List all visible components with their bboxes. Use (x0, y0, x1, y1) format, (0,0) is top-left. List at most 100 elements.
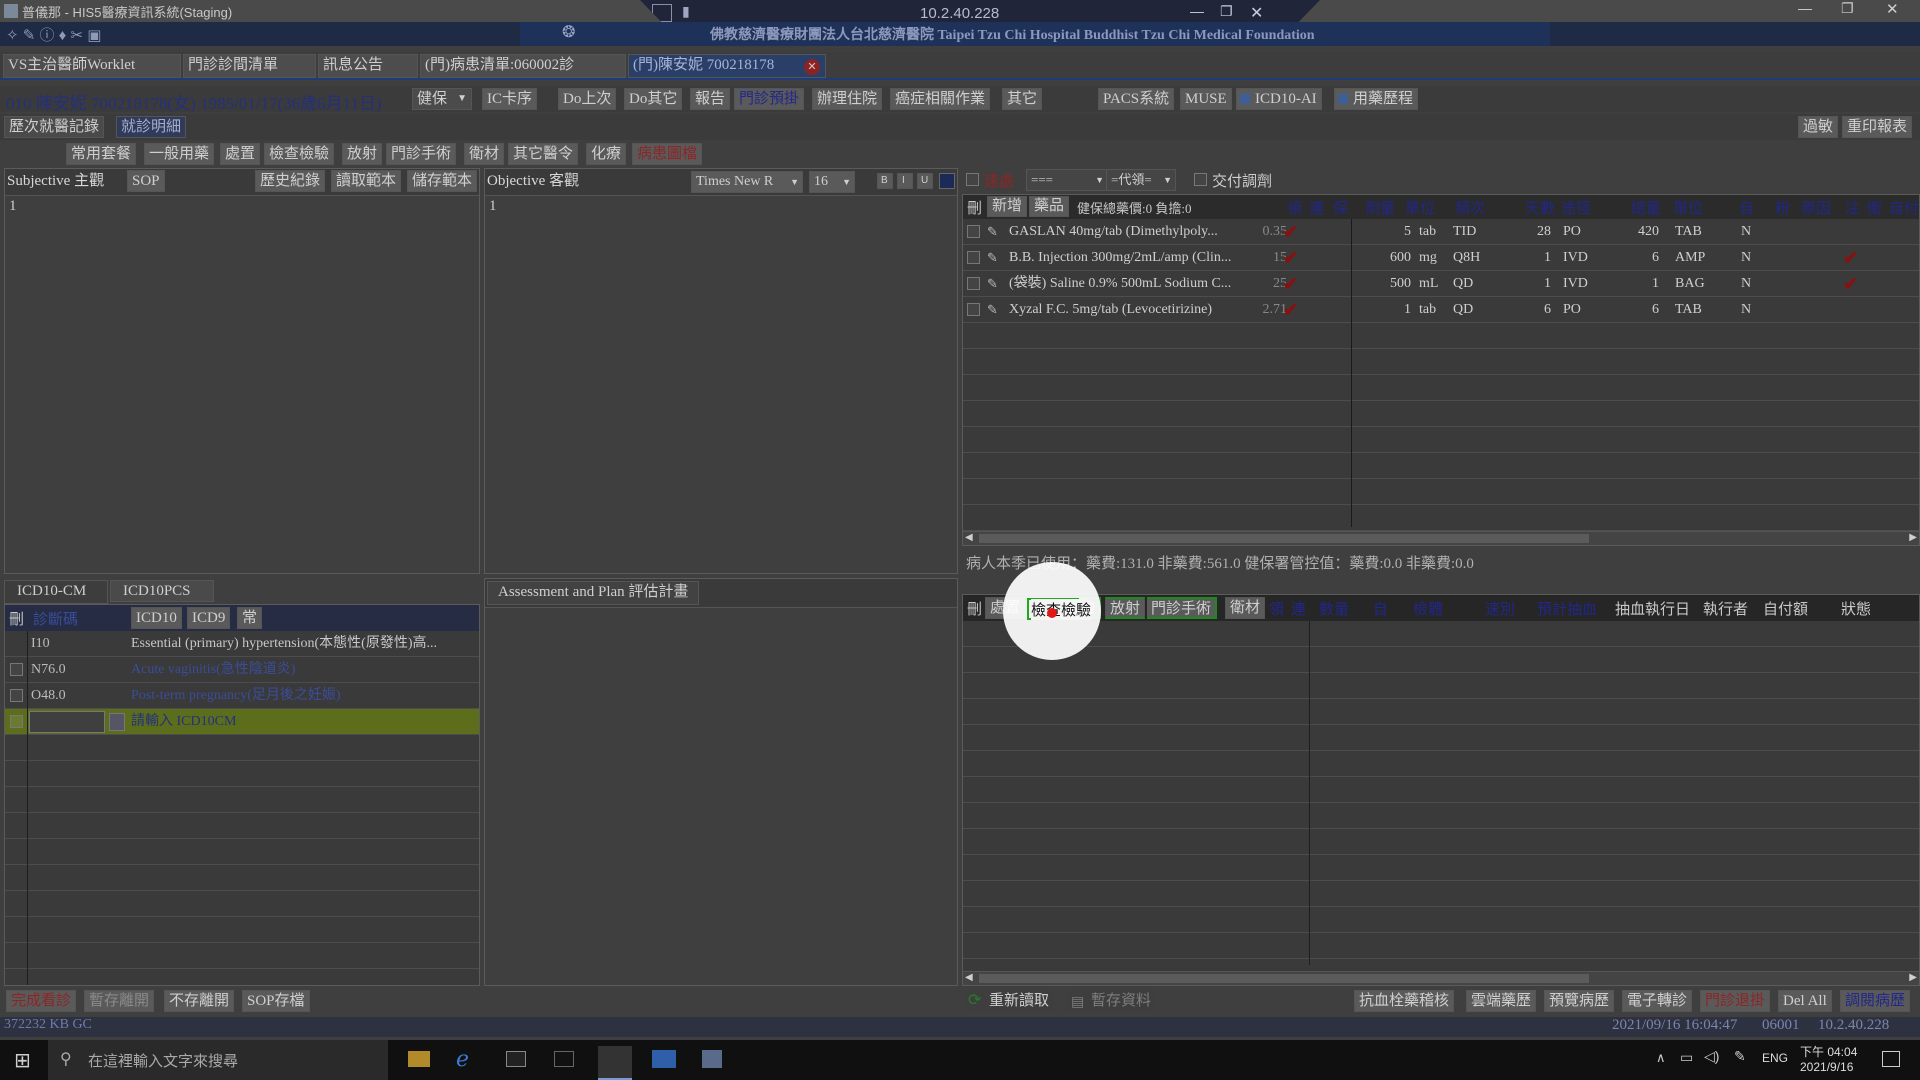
windows-start-icon[interactable]: ⊞ (14, 1048, 31, 1073)
icd-row[interactable]: I10 Essential (primary) hypertension(本態性(… (5, 631, 479, 657)
close-icon[interactable]: ✕ (1886, 0, 1899, 18)
radiology-button[interactable]: 放射 (342, 143, 383, 165)
general-med-button[interactable]: 一般用藥 (144, 143, 215, 165)
finish-visit-button[interactable]: 完成看診 (6, 990, 77, 1012)
color-picker[interactable] (939, 173, 955, 189)
icd9-button[interactable]: ICD9 (187, 607, 231, 629)
font-select[interactable]: Times New R ▼ (691, 171, 803, 193)
lab-table-scrollbar[interactable]: ◀ ▶ (963, 971, 1919, 985)
e-referral-button[interactable]: 電子轉診 (1622, 990, 1693, 1012)
drug-row-checkbox[interactable] (967, 303, 980, 316)
take-check-icon[interactable]: ✔ (1283, 219, 1298, 245)
tab-clinic-list[interactable]: 門診診間清單 (183, 54, 316, 78)
same-place-checkbox[interactable] (966, 173, 979, 186)
filter-combo-2[interactable]: =代領= ▼ (1106, 169, 1176, 191)
tray-chevron-icon[interactable]: ∧ (1656, 1050, 1666, 1066)
edit-pencil-icon[interactable]: ✎ (987, 297, 1005, 323)
reload-button[interactable]: ⟳ 重新讀取 (964, 990, 1055, 1012)
ic-card-button[interactable]: IC卡序 (482, 88, 538, 110)
italic-button[interactable]: I (897, 173, 913, 189)
remote-close-icon[interactable]: ✕ (1250, 3, 1263, 23)
cancer-ops-button[interactable]: 癌症相關作業 (890, 88, 991, 110)
subjective-textarea[interactable]: 1 (5, 195, 479, 573)
tab-patient-list[interactable]: (門)病患清單:060002診 (420, 54, 626, 78)
sop-save-button[interactable]: SOP存檔 (242, 990, 310, 1012)
icd-input-row[interactable]: 請輸入 ICD10CM (5, 709, 479, 735)
deliver-checkbox[interactable] (1194, 173, 1207, 186)
view-record-button[interactable]: 調閱病歷 (1840, 990, 1911, 1012)
icd-code-input[interactable] (29, 711, 105, 733)
bold-button[interactable]: B (877, 173, 893, 189)
save-and-leave-button[interactable]: 暫存離開 (84, 990, 155, 1012)
icd-row-checkbox[interactable] (10, 663, 23, 676)
icd10-button[interactable]: ICD10 (131, 607, 182, 629)
terminal-icon[interactable] (506, 1051, 526, 1067)
icd-row-checkbox[interactable] (10, 689, 23, 702)
edit-pencil-icon[interactable]: ✎ (987, 219, 1005, 245)
scroll-left-icon[interactable]: ◀ (965, 972, 973, 983)
assessment-textarea[interactable] (485, 607, 957, 985)
notification-icon[interactable] (1882, 1051, 1900, 1067)
his-app-icon[interactable] (598, 1046, 632, 1080)
tab-visit-history[interactable]: 歷次就醫記錄 (4, 116, 105, 138)
icd-row[interactable]: O48.0 Post-term pregnancy(足月後之妊娠) (5, 683, 479, 709)
do-other-button[interactable]: Do其它 (624, 88, 683, 110)
clock-date[interactable]: 2021/9/16 (1800, 1060, 1853, 1074)
clinic-booking-button[interactable]: 門診預掛 (734, 88, 805, 110)
take-check-icon[interactable]: ✔ (1283, 271, 1298, 297)
procedure-button[interactable]: 處置 (220, 143, 261, 165)
temp-save-button[interactable]: ▤ 暫存資料 (1066, 990, 1157, 1012)
medication-history-button[interactable]: 用藥歷程 (1334, 88, 1419, 110)
close-tab-icon[interactable]: ✕ (804, 59, 820, 75)
injection-check-icon[interactable]: ✔ (1843, 245, 1858, 271)
order-set-button[interactable]: 常用套餐 (66, 143, 137, 165)
drug-add-button[interactable]: 新增 (987, 196, 1028, 217)
icd-lookup-button[interactable] (109, 713, 125, 731)
other-orders-button[interactable]: 其它醫令 (508, 143, 579, 165)
report-button[interactable]: 報告 (690, 88, 731, 110)
cloud-medication-button[interactable]: 雲端藥歷 (1466, 990, 1537, 1012)
drug-row[interactable]: ✎ B.B. Injection 300mg/2mL/amp (Clin... 15… (963, 245, 1919, 271)
supplies-button[interactable]: 衛材 (464, 143, 505, 165)
drug-row-checkbox[interactable] (967, 251, 980, 264)
drug-row[interactable]: ✎ GASLAN 40mg/tab (Dimethylpoly... 0.35 ✔ 5 t… (963, 219, 1919, 245)
remote-desktop-icon[interactable] (652, 1050, 676, 1068)
patient-images-button[interactable]: 病患圖檔 (632, 143, 703, 165)
toolbar-icons[interactable]: ✧ ✎ ⓘ ♦ ✂ ▣ (6, 24, 101, 45)
edit-pencil-icon[interactable]: ✎ (987, 245, 1005, 271)
delete-all-button[interactable]: Del All (1778, 990, 1832, 1012)
console-icon[interactable] (554, 1051, 574, 1067)
drug-row-checkbox[interactable] (967, 277, 980, 290)
take-check-icon[interactable]: ✔ (1283, 245, 1298, 271)
lab-exam-button[interactable]: 檢查檢驗 (264, 143, 335, 165)
tab-icd10pcs[interactable]: ICD10PCS (110, 580, 214, 602)
remote-minimize-icon[interactable]: — (1190, 3, 1204, 19)
outpatient-surgery-button[interactable]: 門診手術 (386, 143, 457, 165)
filter-combo-1[interactable]: === ▼ (1026, 169, 1108, 191)
edge-icon[interactable]: ℯ (456, 1046, 469, 1072)
cancel-registration-button[interactable]: 門診退掛 (1700, 990, 1771, 1012)
pacs-button[interactable]: PACS系統 (1098, 88, 1175, 110)
scroll-thumb[interactable] (979, 974, 1589, 983)
language-indicator[interactable]: ENG (1762, 1051, 1788, 1065)
drug-row-checkbox[interactable] (967, 225, 980, 238)
tab-icd10cm[interactable]: ICD10-CM (4, 580, 108, 604)
lab-supplies-tab[interactable]: 衛材 (1225, 597, 1266, 619)
taskbar-search[interactable]: ⚲ 在這裡輸入文字來搜尋 (48, 1040, 388, 1080)
sop-button[interactable]: SOP (127, 170, 165, 192)
drug-name-button[interactable]: 藥品 (1029, 196, 1070, 217)
chemo-button[interactable]: 化療 (586, 143, 627, 165)
history-record-button[interactable]: 歷史紀錄 (255, 170, 326, 192)
underline-button[interactable]: U (917, 173, 933, 189)
take-check-icon[interactable]: ✔ (1283, 297, 1298, 323)
font-size-select[interactable]: 16 ▼ (809, 171, 855, 193)
save-template-button[interactable]: 儲存範本 (407, 170, 478, 192)
common-button[interactable]: 常 (237, 607, 263, 629)
drug-row[interactable]: ✎ Xyzal F.C. 5mg/tab (Levocetirizine) 2.71… (963, 297, 1919, 323)
tab-announcements[interactable]: 訊息公告 (318, 54, 418, 78)
muse-button[interactable]: MUSE (1180, 88, 1232, 110)
do-last-button[interactable]: Do上次 (558, 88, 617, 110)
read-template-button[interactable]: 讀取範本 (331, 170, 402, 192)
other-button[interactable]: 其它 (1002, 88, 1043, 110)
insurance-select[interactable]: 健保 ▼ (412, 88, 472, 110)
